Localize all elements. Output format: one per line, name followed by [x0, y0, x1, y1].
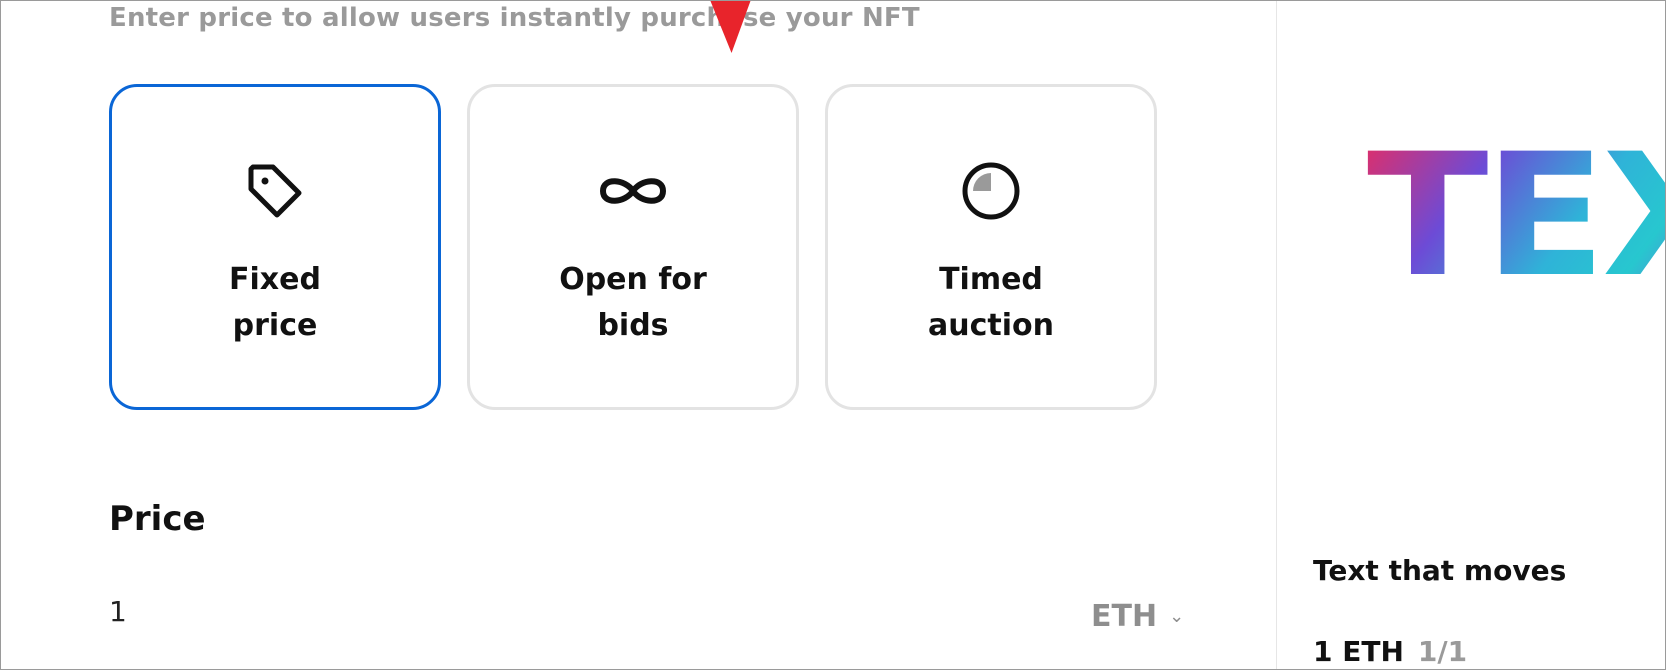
price-input[interactable] [109, 591, 1009, 631]
option-open-for-bids[interactable]: Open for bids [467, 84, 799, 410]
price-tag-icon [112, 159, 438, 223]
option-fixed-price[interactable]: Fixed price [109, 84, 441, 410]
currency-select[interactable]: ETH ⌄ [1091, 599, 1184, 634]
sale-settings-panel: Enter price to allow users instantly pur… [1, 1, 1291, 669]
option-label: Timed auction [928, 262, 1054, 343]
timer-icon [828, 159, 1154, 223]
nft-edition: 1/1 [1417, 635, 1468, 668]
nft-price: 1 ETH [1313, 635, 1404, 668]
sale-type-options: Fixed price Open for bids Timed auction [109, 84, 1209, 414]
currency-label: ETH [1091, 599, 1158, 634]
app-window: Enter price to allow users instantly pur… [0, 0, 1666, 670]
subtitle: Enter price to allow users instantly pur… [109, 3, 920, 33]
option-timed-auction[interactable]: Timed auction [825, 84, 1157, 410]
nft-title: Text that moves [1313, 554, 1567, 587]
option-label: Fixed price [229, 262, 321, 343]
nft-preview-image: TEXT [1367, 131, 1665, 300]
nft-preview-card: TEXT Text that moves 1 ETH 1/1 [1277, 1, 1665, 669]
infinity-icon [470, 159, 796, 223]
chevron-down-icon: ⌄ [1169, 606, 1185, 627]
option-label: Open for bids [559, 262, 707, 343]
price-heading: Price [109, 499, 206, 539]
nft-price-row: 1 ETH 1/1 [1313, 635, 1467, 668]
